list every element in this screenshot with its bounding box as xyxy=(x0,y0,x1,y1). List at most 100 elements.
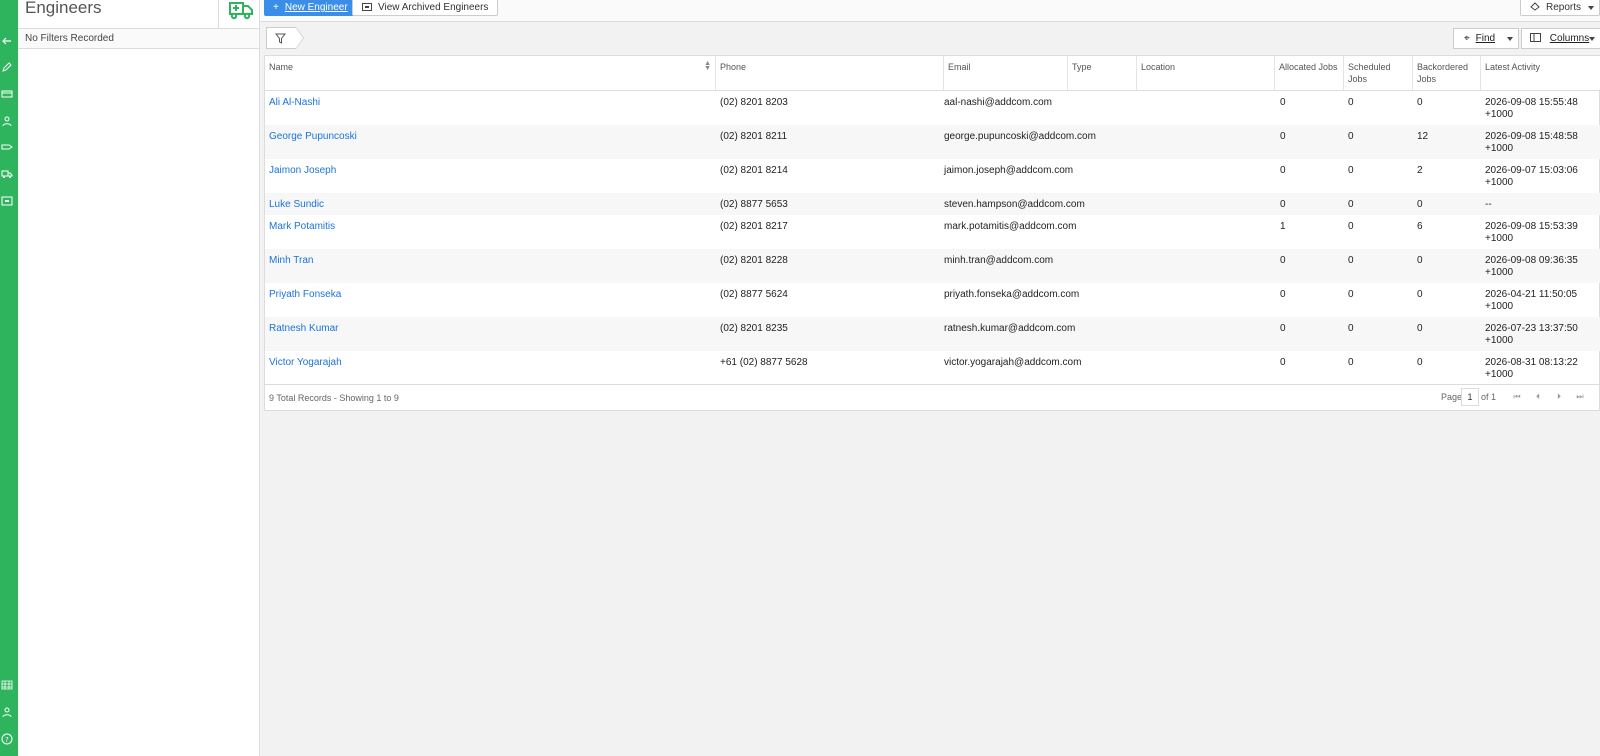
engineer-name-link[interactable]: Minh Tran xyxy=(269,255,313,267)
table-row[interactable]: Luke Sundic (02) 8877 5653 steven.hampson@… xyxy=(265,193,1600,215)
columns-label: Columns xyxy=(1549,33,1590,44)
prev-page-icon[interactable]: ⏴ xyxy=(1532,391,1544,403)
phone-cell: (02) 8201 8228 xyxy=(720,255,788,266)
find-button[interactable]: ⌖ Find xyxy=(1453,28,1519,49)
latest-activity-tz: +1000 xyxy=(1485,143,1514,154)
side-title-row: Engineers xyxy=(18,0,259,29)
phone-cell: (02) 8201 8211 xyxy=(720,131,788,142)
email-cell: ratnesh.kumar@addcom.com xyxy=(944,323,1076,334)
latest-activity-tz: +1000 xyxy=(1485,177,1514,188)
engineer-name-link[interactable]: Luke Sundic xyxy=(269,199,324,211)
allocated-jobs-cell: 0 xyxy=(1280,97,1286,108)
view-archived-button[interactable]: View Archived Engineers xyxy=(352,0,499,16)
crosshair-icon: ⌖ xyxy=(1464,33,1470,44)
table-row[interactable]: Mark Potamitis (02) 8201 8217 mark.potamit… xyxy=(265,215,1600,249)
find-label: Find xyxy=(1475,33,1496,44)
table-row[interactable]: Ratnesh Kumar (02) 8201 8235 ratnesh.kumar… xyxy=(265,317,1600,351)
app-icon-box xyxy=(218,0,260,29)
profile-icon[interactable] xyxy=(1,706,13,718)
columns-button[interactable]: Columns xyxy=(1521,28,1600,49)
table-footer: 9 Total Records - Showing 1 to 9 Page 1 … xyxy=(265,384,1600,411)
engineer-name-link[interactable]: Jaimon Joseph xyxy=(269,165,336,177)
latest-activity-cell: 2026-04-21 11:50:05 xyxy=(1485,289,1578,300)
column-header-backordered-jobs[interactable]: Backordered Jobs xyxy=(1413,56,1481,90)
card-icon[interactable] xyxy=(1,88,13,100)
table-row[interactable]: Victor Yogarajah +61 (02) 8877 5628 victor… xyxy=(265,351,1600,385)
next-page-icon[interactable]: ⏵ xyxy=(1553,391,1565,403)
engineer-name-link[interactable]: Ali Al-Nashi xyxy=(269,97,320,109)
allocated-jobs-cell: 0 xyxy=(1280,131,1286,142)
new-engineer-button[interactable]: + New Engineer xyxy=(264,0,357,16)
columns-icon xyxy=(1530,33,1544,44)
scheduled-jobs-cell: 0 xyxy=(1348,131,1354,142)
side-panel: Engineers No Filters Recorded xyxy=(18,0,260,756)
phone-cell: (02) 8201 8235 xyxy=(720,323,788,334)
phone-cell: (02) 8877 5653 xyxy=(720,199,788,210)
email-cell: steven.hampson@addcom.com xyxy=(944,199,1085,210)
email-cell: victor.yogarajah@addcom.com xyxy=(944,357,1082,368)
column-header-name[interactable]: Name ▲ ▼ xyxy=(265,56,716,90)
scheduled-jobs-cell: 0 xyxy=(1348,357,1354,368)
phone-cell: (02) 8201 8214 xyxy=(720,165,788,176)
backordered-jobs-cell: 0 xyxy=(1417,289,1423,300)
funnel-icon xyxy=(275,33,286,44)
page-title: Engineers xyxy=(25,0,102,17)
email-cell: george.pupuncoski@addcom.com xyxy=(944,131,1096,142)
table-row[interactable]: Jaimon Joseph (02) 8201 8214 jaimon.joseph… xyxy=(265,159,1600,193)
engineers-table: Name ▲ ▼ Phone Email Type Location Alloca… xyxy=(264,55,1600,411)
engineer-name-link[interactable]: George Pupuncoski xyxy=(269,131,357,143)
new-engineer-label: New Engineer xyxy=(284,2,348,13)
table-row[interactable]: Ali Al-Nashi (02) 8201 8203 aal-nashi@addc… xyxy=(265,91,1600,125)
chevron-down-icon xyxy=(1507,37,1513,41)
pager: Page 1 of 1 ⏮ ⏴ ⏵ ⏭ xyxy=(1441,388,1600,408)
page-input[interactable]: 1 xyxy=(1461,388,1479,406)
column-header-location[interactable]: Location xyxy=(1137,56,1275,90)
column-header-latest-activity[interactable]: Latest Activity xyxy=(1481,56,1600,90)
latest-activity-cell: 2026-09-08 15:55:48 xyxy=(1485,97,1578,108)
engineer-name-link[interactable]: Mark Potamitis xyxy=(269,221,335,233)
latest-activity-tz: +1000 xyxy=(1485,267,1514,278)
email-cell: priyath.fonseka@addcom.com xyxy=(944,289,1080,300)
email-cell: aal-nashi@addcom.com xyxy=(944,97,1052,108)
last-page-icon[interactable]: ⏭ xyxy=(1574,391,1586,403)
table-row[interactable]: George Pupuncoski (02) 8201 8211 george.pu… xyxy=(265,125,1600,159)
table-row[interactable]: Minh Tran (02) 8201 8228 minh.tran@addcom.… xyxy=(265,249,1600,283)
column-header-scheduled-jobs[interactable]: Scheduled Jobs xyxy=(1344,56,1413,90)
backordered-jobs-cell: 0 xyxy=(1417,357,1423,368)
column-header-type[interactable]: Type xyxy=(1068,56,1137,90)
box-icon[interactable] xyxy=(1,195,13,207)
page-label: Page xyxy=(1441,392,1463,402)
backordered-jobs-cell: 12 xyxy=(1417,131,1429,142)
sort-icon[interactable]: ▲ ▼ xyxy=(704,60,711,72)
column-header-phone[interactable]: Phone xyxy=(716,56,944,90)
reports-button[interactable]: Reports xyxy=(1519,0,1600,16)
backordered-jobs-cell: 6 xyxy=(1417,221,1423,232)
column-header-allocated-jobs[interactable]: Allocated Jobs xyxy=(1275,56,1344,90)
help-icon[interactable]: ? xyxy=(1,733,13,745)
grid-icon[interactable] xyxy=(1,679,13,691)
plus-icon: + xyxy=(273,2,279,13)
engineer-name-link[interactable]: Priyath Fonseka xyxy=(269,289,341,301)
backordered-jobs-cell: 0 xyxy=(1417,97,1423,108)
chevron-down-icon xyxy=(1588,6,1594,10)
backordered-jobs-cell: 2 xyxy=(1417,165,1423,176)
pencil-icon[interactable] xyxy=(1,61,13,73)
latest-activity-cell: 2026-09-08 09:36:35 xyxy=(1485,255,1578,266)
user-icon[interactable] xyxy=(1,115,13,127)
latest-activity-cell: 2026-09-07 15:03:06 xyxy=(1485,165,1578,176)
scheduled-jobs-cell: 0 xyxy=(1348,255,1354,266)
scheduled-jobs-cell: 0 xyxy=(1348,221,1354,232)
allocated-jobs-cell: 0 xyxy=(1280,199,1286,210)
truck-icon[interactable] xyxy=(1,168,13,180)
engineer-name-link[interactable]: Ratnesh Kumar xyxy=(269,323,338,335)
engineer-name-link[interactable]: Victor Yogarajah xyxy=(269,357,342,369)
filter-button[interactable] xyxy=(266,27,304,49)
tag-icon[interactable] xyxy=(1,141,13,153)
scheduled-jobs-cell: 0 xyxy=(1348,289,1354,300)
latest-activity-cell: 2026-08-31 08:13:22 xyxy=(1485,357,1578,368)
table-row[interactable]: Priyath Fonseka (02) 8877 5624 priyath.fon… xyxy=(265,283,1600,317)
column-header-email[interactable]: Email xyxy=(944,56,1068,90)
first-page-icon[interactable]: ⏮ xyxy=(1511,391,1523,403)
back-arrow-icon[interactable] xyxy=(1,35,13,47)
latest-activity-tz: +1000 xyxy=(1485,301,1514,312)
